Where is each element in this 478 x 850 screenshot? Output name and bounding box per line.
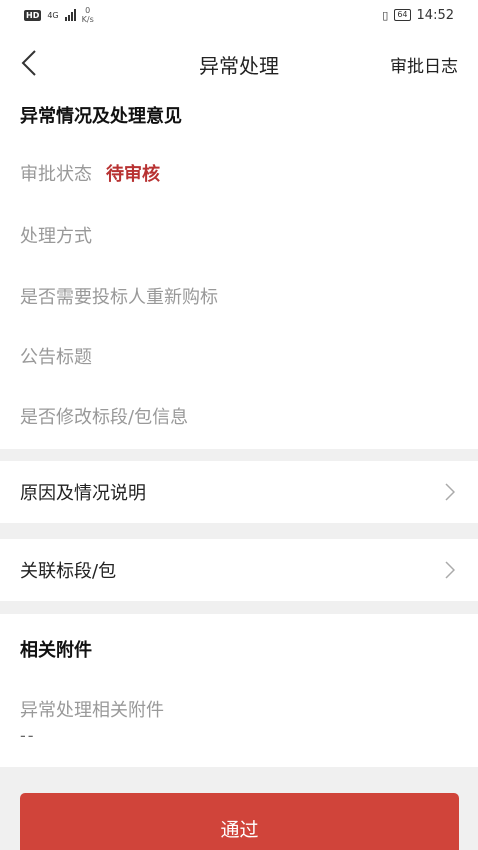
status-bar-right: ▯ 64 14:52 xyxy=(382,8,454,23)
status-bar-left: HD 4G 0 K/s xyxy=(24,6,94,24)
signal-icon xyxy=(64,9,76,21)
network-speed-unit: K/s xyxy=(81,15,94,24)
attachments-card: 相关附件 异常处理相关附件 -- xyxy=(0,614,478,767)
clock: 14:52 xyxy=(416,7,454,23)
nav-bar: 异常处理 审批日志 xyxy=(0,30,478,94)
approval-status-row: 审批状态 待审核 xyxy=(20,160,160,186)
field-label: 处理方式 xyxy=(20,226,92,247)
field-modify-package: 是否修改标段/包信息 xyxy=(20,403,188,429)
chevron-right-icon xyxy=(442,561,458,579)
status-bar: HD 4G 0 K/s ▯ 64 14:52 xyxy=(0,0,478,30)
attachments-label-text: 异常处理相关附件 xyxy=(20,700,164,721)
approval-status-value: 待审核 xyxy=(106,164,160,185)
section-title-attachments: 相关附件 xyxy=(20,640,92,661)
section-title-info: 异常情况及处理意见 xyxy=(20,106,182,127)
field-label: 是否修改标段/包信息 xyxy=(20,407,189,428)
vibrate-icon: ▯ xyxy=(382,8,389,22)
field-label: 公告标题 xyxy=(20,347,92,368)
related-package-label: 关联标段/包 xyxy=(20,561,117,582)
battery-level: 64 xyxy=(397,10,408,19)
network-speed-value: 0 xyxy=(85,6,91,15)
reason-description-label: 原因及情况说明 xyxy=(20,483,146,504)
field-label: 是否需要投标人重新购标 xyxy=(20,287,218,308)
related-package-row[interactable]: 关联标段/包 xyxy=(0,539,478,601)
field-rebuy-required: 是否需要投标人重新购标 xyxy=(20,283,218,309)
attachments-label: 异常处理相关附件 xyxy=(20,696,164,722)
hd-icon: HD xyxy=(24,9,42,21)
approval-log-link[interactable]: 审批日志 xyxy=(390,52,458,77)
battery-icon: 64 xyxy=(394,9,411,21)
field-announcement-title: 公告标题 xyxy=(20,343,92,369)
field-handling-method: 处理方式 xyxy=(20,222,92,248)
attachments-value: -- xyxy=(20,726,36,745)
approval-status-label: 审批状态 xyxy=(20,164,92,185)
back-arrow-icon[interactable] xyxy=(14,48,44,78)
network-type: 4G xyxy=(47,10,59,20)
info-card: 异常情况及处理意见 审批状态 待审核 处理方式 是否需要投标人重新购标 公告标题… xyxy=(0,94,478,449)
reason-description-row[interactable]: 原因及情况说明 xyxy=(0,461,478,523)
network-speed: 0 K/s xyxy=(82,6,94,24)
approve-button[interactable]: 通过 xyxy=(20,793,459,850)
chevron-right-icon xyxy=(442,483,458,501)
